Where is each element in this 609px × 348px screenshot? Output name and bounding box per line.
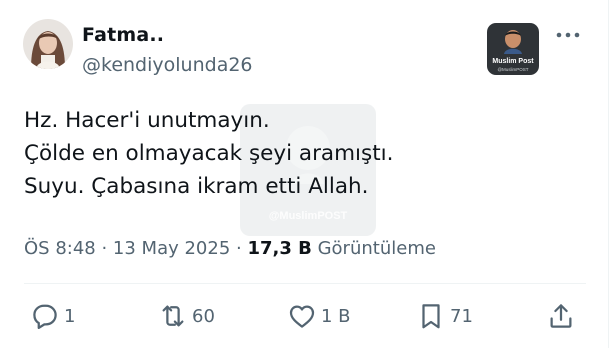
badge-subtitle: @MuslimPOST — [497, 67, 529, 72]
meta-separator: · — [95, 238, 113, 259]
divider — [24, 283, 586, 284]
more-options-button[interactable] — [555, 27, 581, 43]
author-avatar[interactable] — [23, 19, 73, 69]
reply-icon — [33, 304, 57, 329]
tweet-line: Suyu. Çabasına ikram etti Allah. — [24, 174, 369, 199]
tweet-text: Hz. Hacer'i unutmayın. Çölde en olmayaca… — [24, 104, 393, 203]
more-dots-icon — [556, 32, 580, 38]
view-count[interactable]: 17,3 B — [247, 238, 311, 259]
badge-portrait-icon — [504, 30, 522, 54]
share-icon — [550, 304, 572, 328]
watermark-text: @MuslimPOST — [268, 210, 348, 222]
author-name[interactable]: Fatma.. — [82, 24, 164, 46]
bookmark-button[interactable]: 71 — [416, 299, 473, 333]
tweet-card: Fatma.. @kendiyolunda26 Muslim Post @Mus… — [0, 0, 609, 348]
badge-title: Muslim Post — [492, 58, 534, 65]
tweet-meta: ÖS 8:48 · 13 May 2025 · 17,3 B Görüntüle… — [24, 238, 436, 259]
tweet-line: Çölde en olmayacak şeyi aramıştı. — [24, 141, 394, 166]
retweet-count: 60 — [192, 305, 215, 327]
retweet-button[interactable]: 60 — [158, 299, 215, 333]
author-handle[interactable]: @kendiyolunda26 — [82, 54, 253, 76]
reply-count: 1 — [64, 305, 76, 327]
heart-icon — [289, 305, 315, 328]
bookmark-count: 71 — [450, 305, 473, 327]
like-count: 1 B — [321, 305, 351, 327]
tweet-time[interactable]: ÖS 8:48 — [24, 238, 96, 259]
reply-button[interactable]: 1 — [30, 299, 75, 333]
muslim-post-badge[interactable]: Muslim Post @MuslimPOST — [487, 23, 539, 75]
meta-separator: · — [230, 238, 248, 259]
retweet-icon — [162, 305, 184, 327]
share-button[interactable] — [546, 299, 576, 333]
like-button[interactable]: 1 B — [287, 299, 351, 333]
tweet-date[interactable]: 13 May 2025 — [113, 238, 230, 259]
bookmark-icon — [422, 304, 440, 329]
tweet-line: Hz. Hacer'i unutmayın. — [24, 108, 270, 133]
views-label: Görüntüleme — [311, 238, 436, 259]
